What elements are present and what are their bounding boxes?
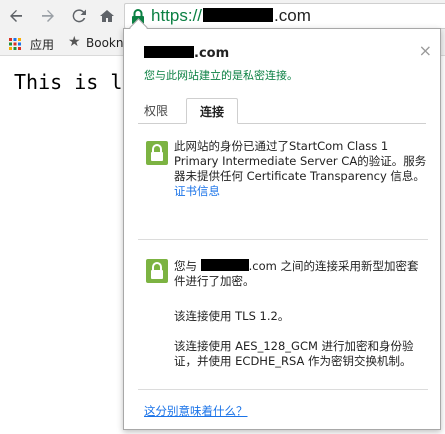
home-icon — [100, 10, 114, 22]
section-divider — [138, 239, 428, 240]
redacted-domain — [144, 46, 194, 58]
tab-permissions[interactable]: 权限 — [138, 98, 174, 124]
star-icon: ★ — [68, 34, 81, 50]
certificate-info-link[interactable]: 证书信息 — [174, 184, 220, 198]
page-body-text: This is l — [14, 70, 123, 94]
address-bar[interactable]: https:// .com — [124, 3, 445, 29]
popup-tabs: 权限 连接 — [138, 98, 426, 124]
identity-text: 此网站的身份已通过了StartCom Class 1 Primary Inter… — [174, 139, 429, 199]
site-title: .com — [144, 46, 229, 61]
connection-prefix: 您与 — [174, 259, 197, 273]
url-domain: .com — [274, 6, 311, 25]
arrow-left-icon — [10, 10, 22, 22]
cipher-text: 该连接使用 AES_128_GCM 进行加密和身份验证，并使用 ECDHE_RS… — [174, 339, 414, 368]
lock-icon — [146, 259, 168, 283]
lock-icon — [146, 141, 168, 165]
close-button[interactable]: × — [419, 43, 432, 59]
connection-text: 您与 .com 之间的连接采用新型加密套件进行了加密。 — [174, 259, 429, 289]
what-do-these-mean-link[interactable]: 这分别意味着什么？ — [144, 403, 248, 419]
site-title-suffix: .com — [194, 46, 230, 61]
home-button[interactable] — [96, 5, 118, 27]
reload-button[interactable] — [68, 5, 90, 27]
bookmark-item[interactable]: Bookn — [86, 36, 123, 50]
reload-icon — [72, 9, 86, 23]
redacted-domain — [203, 8, 274, 22]
tls-version-text: 该连接使用 TLS 1.2。 — [174, 309, 290, 323]
tab-connection[interactable]: 连接 — [186, 98, 238, 124]
apps-grid-icon[interactable] — [9, 38, 21, 50]
arrow-right-icon — [42, 10, 54, 22]
url-scheme: https:// — [151, 6, 203, 25]
back-button[interactable] — [5, 5, 27, 27]
url-text: https:// .com — [151, 6, 311, 26]
footer-divider — [138, 389, 428, 390]
forward-button[interactable] — [37, 5, 59, 27]
redacted-domain — [200, 259, 249, 271]
apps-label[interactable]: 应用 — [30, 36, 54, 53]
site-info-popup: × .com 您与此网站建立的是私密连接。 权限 连接 此网站的身份已通过了St… — [123, 18, 441, 430]
identity-description: 此网站的身份已通过了StartCom Class 1 Primary Inter… — [174, 139, 427, 183]
secure-connection-message: 您与此网站建立的是私密连接。 — [144, 69, 298, 82]
